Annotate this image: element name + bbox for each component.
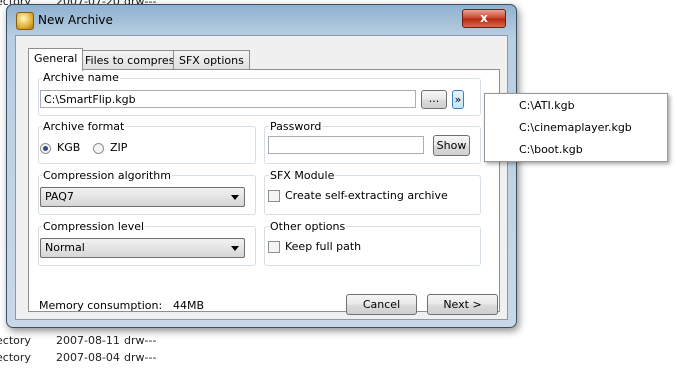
general-tab-panel: Archive name C:\SmartFlip.kgb ... » Arch… [28,69,500,312]
compression-algorithm-label: Compression algorithm [42,169,172,182]
password-label: Password [269,120,323,133]
compression-level-select[interactable]: Normal [40,238,245,258]
memory-consumption-value: 44MB [173,299,205,312]
chevron-down-icon [231,246,239,251]
history-dropdown-button[interactable]: » [452,90,464,109]
close-button[interactable]: x [462,9,506,28]
keep-full-path-label[interactable]: Keep full path [285,240,361,253]
row-type: ectory [0,351,31,364]
sfx-checkbox-label[interactable]: Create self-extracting archive [285,189,448,202]
row-date: 2007-08-11 [56,334,120,347]
show-password-button[interactable]: Show [433,135,470,156]
chevron-down-icon [231,195,239,200]
compression-level-value: Normal [45,241,85,254]
history-item[interactable]: C:\boot.kgb [519,143,583,156]
password-input[interactable] [268,136,424,154]
dialog-body: General Files to compress SFX options Ar… [15,35,508,320]
compression-algorithm-select[interactable]: PAQ7 [40,187,245,207]
row-type: ectory [0,334,31,347]
browse-button[interactable]: ... [421,90,447,109]
zip-radio-label[interactable]: ZIP [110,141,127,154]
row-attrs: drw--- [124,351,157,364]
compression-level-label: Compression level [42,220,146,233]
cancel-button[interactable]: Cancel [346,294,417,315]
row-date: 2007-08-04 [56,351,120,364]
archive-name-label: Archive name [42,71,120,84]
row-attrs: drw--- [124,334,157,347]
archive-format-label: Archive format [42,120,126,133]
zip-radio[interactable] [93,143,104,154]
new-archive-dialog: New Archive x General Files to compress … [6,4,517,328]
archive-icon [16,12,34,30]
tab-files-to-compress[interactable]: Files to compress [79,50,187,70]
kgb-radio[interactable] [40,143,51,154]
sfx-checkbox[interactable] [268,190,280,202]
sfx-module-label: SFX Module [269,169,336,182]
next-button[interactable]: Next > [427,294,498,315]
radio-selected-dot [43,146,48,151]
kgb-radio-label[interactable]: KGB [57,141,80,154]
title-bar[interactable]: New Archive x [7,5,516,35]
archive-history-dropdown: C:\ATI.kgb C:\cinemaplayer.kgb C:\boot.k… [484,93,668,162]
history-item[interactable]: C:\ATI.kgb [519,99,575,112]
tab-sfx-options[interactable]: SFX options [173,50,250,70]
window-title: New Archive [38,13,113,27]
memory-consumption-label: Memory consumption: [39,299,163,312]
compression-algorithm-value: PAQ7 [45,190,74,203]
history-item[interactable]: C:\cinemaplayer.kgb [519,121,632,134]
other-options-label: Other options [269,220,347,233]
keep-full-path-checkbox[interactable] [268,241,280,253]
tab-general[interactable]: General [28,48,84,71]
archive-name-input[interactable]: C:\SmartFlip.kgb [40,90,416,108]
